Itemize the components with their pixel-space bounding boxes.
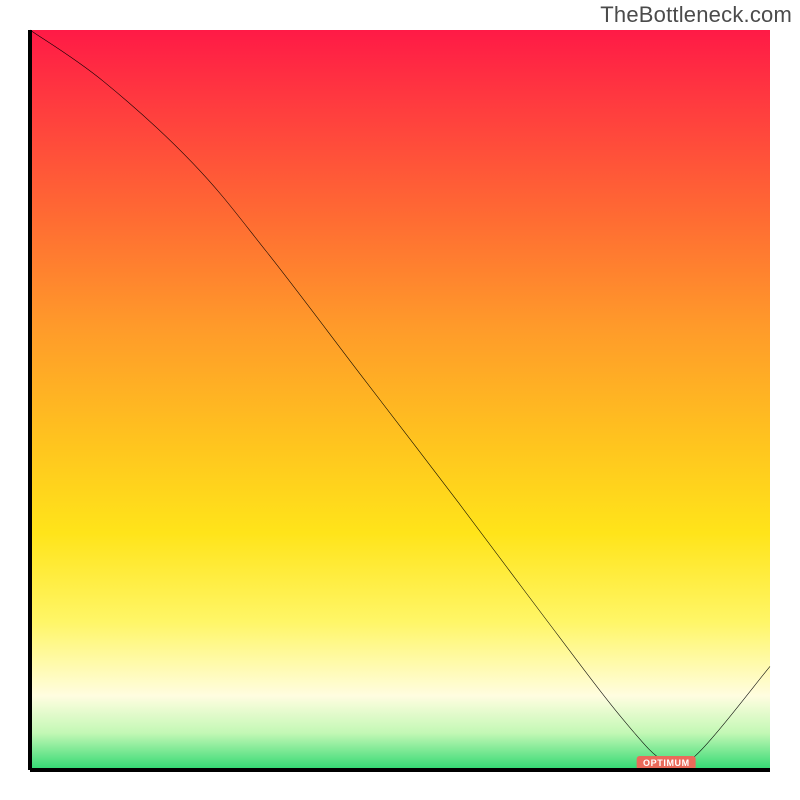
line-chart-svg — [30, 30, 770, 770]
x-axis-line — [30, 768, 770, 772]
y-axis-line — [28, 30, 32, 770]
chart-root: TheBottleneck.com OPTIMUM — [0, 0, 800, 800]
plot-area: OPTIMUM — [30, 30, 770, 770]
bottleneck-curve — [30, 30, 770, 768]
attribution-text: TheBottleneck.com — [600, 2, 792, 28]
